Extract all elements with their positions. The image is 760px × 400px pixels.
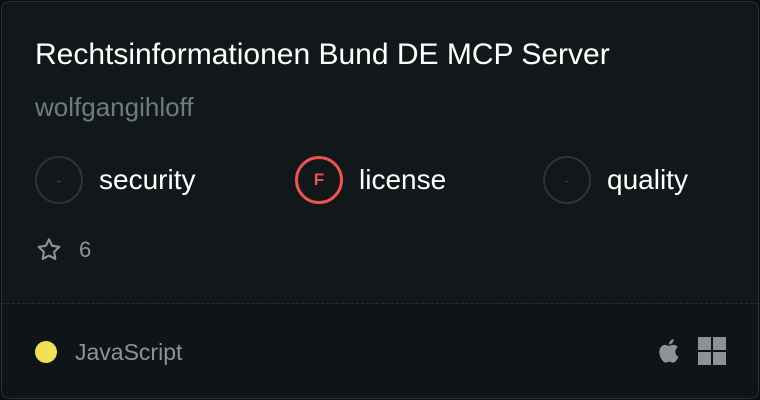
metrics-row: - security F license - quality (2, 156, 758, 204)
license-label: license (359, 164, 447, 195)
language-color-dot (35, 341, 57, 363)
license-grade-badge: F (295, 156, 343, 204)
metric-security[interactable]: - security (35, 156, 195, 204)
platform-icons (656, 336, 726, 366)
security-grade-badge: - (35, 156, 83, 204)
star-count-group[interactable]: 6 (35, 233, 91, 267)
star-outline-icon (35, 236, 63, 264)
quality-grade-badge: - (543, 156, 591, 204)
metric-quality[interactable]: - quality (543, 156, 688, 204)
server-card[interactable]: Rechtsinformationen Bund DE MCP Server w… (1, 1, 759, 399)
security-label: security (99, 164, 196, 195)
quality-label: quality (607, 164, 688, 195)
metric-license[interactable]: F license (295, 156, 446, 204)
author-link[interactable]: wolfgangihloff (35, 90, 194, 124)
apple-icon (656, 336, 684, 366)
language-name: JavaScript (75, 339, 183, 365)
windows-icon (698, 336, 726, 366)
card-footer: JavaScript (2, 304, 758, 398)
language-indicator: JavaScript (35, 339, 183, 365)
star-count: 6 (79, 237, 92, 262)
server-title[interactable]: Rechtsinformationen Bund DE MCP Server (35, 36, 610, 74)
